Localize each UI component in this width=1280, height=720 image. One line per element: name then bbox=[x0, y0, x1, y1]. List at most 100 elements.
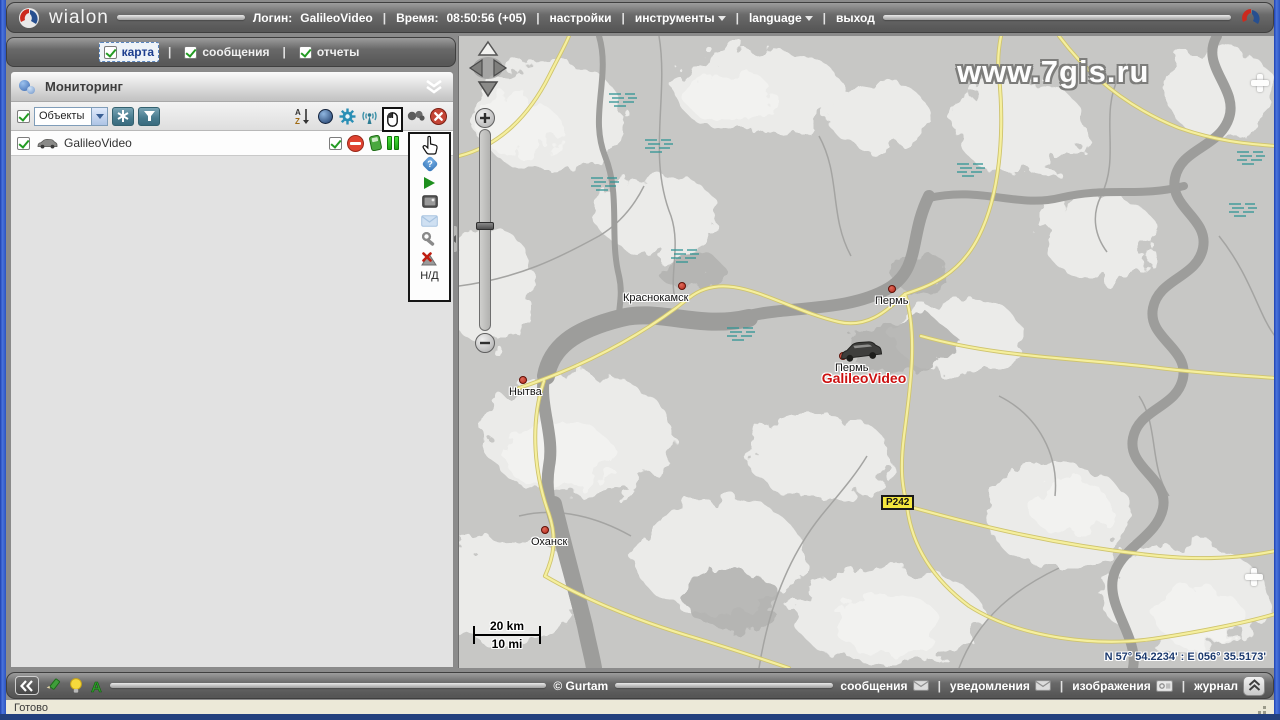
unit-actions-popup: ? Н/Д bbox=[408, 132, 451, 302]
filter-button[interactable] bbox=[138, 106, 160, 126]
zoom-out-button[interactable] bbox=[475, 333, 495, 353]
svg-text:A: A bbox=[295, 108, 301, 117]
brand-name: wialon bbox=[49, 6, 109, 28]
unit-name: GalileoVideo bbox=[64, 136, 132, 150]
browser-status-bar: Готово bbox=[6, 700, 1274, 715]
eye-icon bbox=[317, 108, 333, 124]
collapse-left-button[interactable] bbox=[15, 676, 39, 695]
na-label: Н/Д bbox=[420, 270, 439, 282]
pan-down-arrow bbox=[477, 81, 499, 98]
select-all-checkbox[interactable] bbox=[17, 109, 30, 123]
map-container[interactable]: www.7gis.ru Краснокамск Пермь Пермь Нытв… bbox=[458, 36, 1274, 668]
asterisk-icon bbox=[117, 110, 129, 122]
expand-up-button[interactable] bbox=[1243, 675, 1265, 696]
reports-checkbox[interactable] bbox=[298, 45, 312, 59]
map-expand-icon-bottom[interactable] bbox=[1245, 568, 1263, 586]
trace-icon bbox=[407, 110, 425, 121]
tools-button[interactable] bbox=[421, 230, 438, 249]
tab-reports[interactable]: отчеты bbox=[295, 43, 364, 61]
map-pan-control[interactable] bbox=[467, 40, 509, 102]
wrench-icon bbox=[421, 231, 434, 246]
login-label: Логин: bbox=[252, 10, 293, 25]
unit-marker-icon[interactable] bbox=[837, 339, 883, 363]
bulb-icon[interactable] bbox=[69, 677, 83, 694]
sort-az-button[interactable]: A Z bbox=[294, 107, 312, 125]
city-label-okhansk: Оханск bbox=[531, 536, 568, 548]
pencil-icon[interactable] bbox=[46, 678, 62, 694]
copyright: © Gurtam bbox=[553, 678, 609, 693]
play-button[interactable] bbox=[424, 173, 435, 192]
time-value: 08:50:56 (+05) bbox=[446, 10, 527, 25]
separator: | bbox=[382, 10, 387, 25]
funnel-icon bbox=[143, 111, 155, 121]
photo-button[interactable] bbox=[421, 192, 438, 211]
phone-icon bbox=[369, 135, 382, 151]
separator: | bbox=[735, 10, 739, 25]
info-button[interactable]: ? bbox=[421, 154, 438, 173]
menu-exit[interactable]: выход bbox=[836, 11, 875, 25]
map-expand-icon-top[interactable] bbox=[1251, 74, 1269, 92]
city-dot-krasnokamsk bbox=[678, 282, 686, 290]
pan-up-arrow bbox=[477, 40, 499, 56]
unit-state-icons bbox=[329, 134, 399, 152]
city-label-nytva: Нытва bbox=[509, 386, 542, 398]
tab-reports-label: отчеты bbox=[316, 45, 360, 59]
zoom-slider-track[interactable] bbox=[479, 129, 491, 331]
mail-icon bbox=[912, 680, 929, 691]
city-dot-okhansk bbox=[541, 526, 549, 534]
status-text: Готово bbox=[14, 701, 48, 714]
unit-marker-label[interactable]: GalileoVideo bbox=[789, 370, 939, 386]
city-dot-nytva bbox=[519, 376, 527, 384]
objects-dropdown[interactable]: Объекты bbox=[34, 106, 108, 126]
map-checkbox[interactable] bbox=[103, 45, 117, 59]
images-panel-button[interactable]: изображения bbox=[1072, 679, 1173, 693]
notifications-panel-button[interactable]: уведомления bbox=[950, 679, 1051, 693]
separator: | bbox=[1059, 678, 1064, 693]
play-icon bbox=[424, 176, 435, 189]
monitoring-panel: Мониторинг Объекты A Z GalileoVideo ? Н/… bbox=[10, 71, 454, 668]
settings-button[interactable] bbox=[338, 107, 356, 125]
journal-panel-button[interactable]: журнал bbox=[1194, 675, 1265, 696]
toolbar-icons: A Z bbox=[294, 101, 447, 132]
add-unit-button[interactable] bbox=[112, 106, 134, 126]
topbar-divider-line bbox=[882, 15, 1231, 20]
window-border-bottom bbox=[0, 714, 1280, 720]
eye-button[interactable] bbox=[316, 107, 334, 125]
signal-button[interactable] bbox=[360, 107, 378, 125]
unit-watch-checkbox[interactable] bbox=[329, 136, 342, 150]
clear-button[interactable] bbox=[429, 107, 447, 125]
collapse-panel-icon[interactable] bbox=[423, 79, 445, 94]
marker-a-icon[interactable]: A bbox=[90, 678, 103, 694]
unit-row[interactable]: GalileoVideo bbox=[11, 131, 453, 156]
hand-cursor-icon bbox=[421, 135, 439, 155]
topbar-divider-line bbox=[116, 15, 245, 20]
follow-cursor-button-active[interactable] bbox=[382, 106, 403, 132]
menu-settings[interactable]: настройки bbox=[550, 11, 612, 25]
zoom-in-button[interactable] bbox=[475, 108, 495, 128]
top-bar: wialon Логин: GalileoVideo | Время: 08:5… bbox=[6, 2, 1274, 33]
menu-tools[interactable]: инструменты bbox=[635, 11, 726, 25]
resize-grip[interactable] bbox=[1254, 702, 1266, 714]
tab-map[interactable]: карта bbox=[98, 42, 159, 62]
mail-icon bbox=[421, 214, 438, 227]
wialon-logo-icon-right bbox=[1242, 8, 1260, 24]
tab-messages[interactable]: сообщения bbox=[180, 43, 273, 61]
unit-visible-checkbox[interactable] bbox=[17, 136, 30, 150]
delete-button[interactable] bbox=[421, 249, 438, 268]
delete-icon bbox=[421, 252, 437, 266]
no-entry-icon bbox=[347, 134, 364, 152]
car-icon bbox=[37, 138, 58, 148]
trace-button-disabled[interactable] bbox=[407, 107, 425, 125]
image-icon bbox=[1155, 679, 1173, 692]
wialon-logo-icon bbox=[19, 7, 39, 28]
scale-mi-label: 10 mi bbox=[491, 637, 523, 651]
zoom-slider-handle[interactable] bbox=[476, 222, 494, 230]
menu-language[interactable]: language bbox=[749, 11, 813, 25]
messages-checkbox[interactable] bbox=[184, 45, 198, 59]
message-button-disabled[interactable] bbox=[421, 211, 438, 230]
layer-tabs-bar: карта | сообщения | отчеты bbox=[6, 37, 456, 67]
cursor-coordinates: N 57° 54.2234' : E 056° 35.5173' bbox=[1104, 651, 1266, 663]
messages-panel-button[interactable]: сообщения bbox=[840, 679, 929, 693]
sort-az-icon: A Z bbox=[295, 108, 309, 125]
objects-dropdown-value: Объекты bbox=[39, 110, 85, 122]
